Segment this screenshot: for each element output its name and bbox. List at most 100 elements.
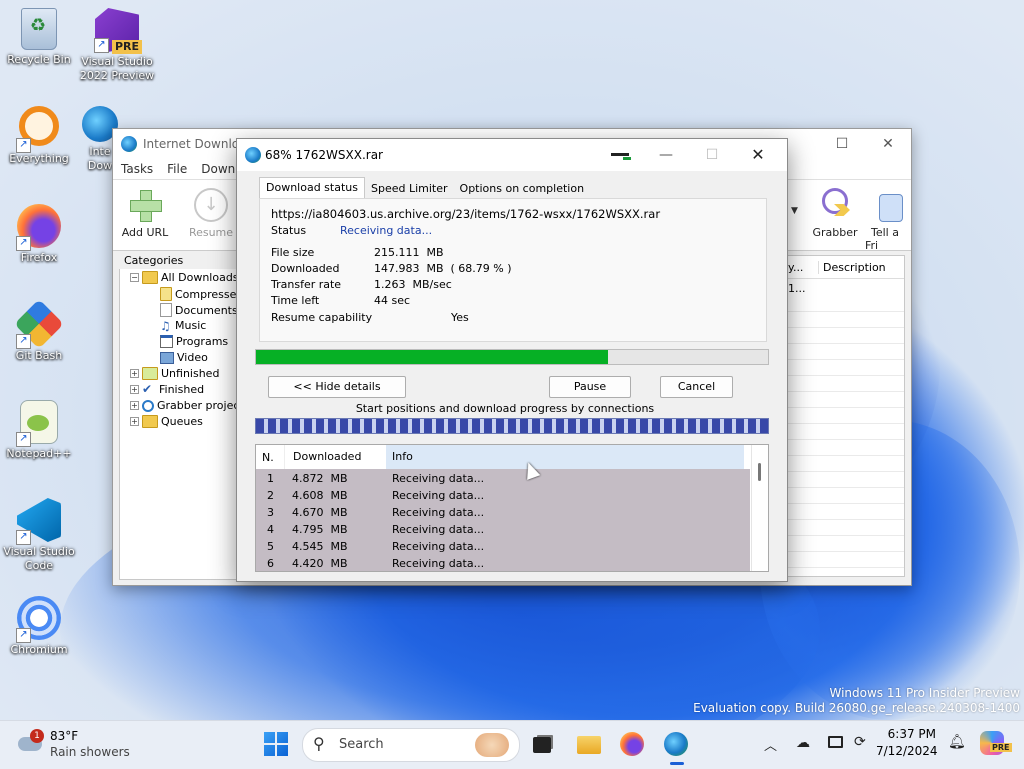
shortcut-arrow-icon: ↗ xyxy=(16,628,31,643)
list-row[interactable]: 1... xyxy=(788,282,806,295)
tab-download-status[interactable]: Download status xyxy=(259,177,365,200)
tree-item-music[interactable]: ♫ Music xyxy=(160,319,206,332)
film-icon xyxy=(160,351,174,364)
restore-icon[interactable]: ☐ xyxy=(819,129,865,159)
close-icon[interactable]: ✕ xyxy=(865,129,911,159)
connections-table-body: 1 4.872 MB Receiving data... 2 4.608 MB Recei… xyxy=(256,469,750,571)
connections-scrollbar[interactable] xyxy=(751,445,768,571)
connection-n: 6 xyxy=(267,557,274,570)
status-label: Status xyxy=(271,224,307,237)
desktop-icon-git-bash[interactable]: ↗ Git Bash xyxy=(0,299,78,363)
tree-item-all-downloads[interactable]: − All Downloads xyxy=(130,271,239,284)
file-size-value: 215.111 MB xyxy=(374,246,444,259)
pre-badge: PRE xyxy=(112,40,143,54)
expand-icon[interactable]: + xyxy=(130,417,139,426)
start-button[interactable] xyxy=(264,732,290,758)
taskbar-search-box[interactable]: ⚲ Search xyxy=(302,728,520,762)
document-icon xyxy=(160,303,172,317)
desktop-icon-chromium[interactable]: ↗ Chromium xyxy=(0,596,78,657)
expand-icon[interactable]: + xyxy=(130,385,139,394)
desktop-icon-everything[interactable]: ↗ Everything xyxy=(0,106,78,166)
connection-downloaded: 4.545 MB xyxy=(292,540,348,553)
firefox-taskbar-button[interactable] xyxy=(620,732,646,758)
desktop-icon-firefox[interactable]: ↗ Firefox xyxy=(0,204,78,265)
desktop-icon-vscode[interactable]: ↗ Visual Studio Code xyxy=(0,498,78,573)
task-view-button[interactable] xyxy=(530,732,556,758)
menu-file[interactable]: File xyxy=(167,162,187,176)
connection-row[interactable]: 1 4.872 MB Receiving data... xyxy=(256,470,750,487)
desktop-icon-visual-studio-preview[interactable]: PRE ↗ Visual Studio 2022 Preview xyxy=(78,8,156,83)
network-off-icon[interactable]: ☁ xyxy=(796,735,810,751)
tree-item-grabber-projects[interactable]: + Grabber projec xyxy=(130,399,239,412)
tree-item-programs[interactable]: Programs xyxy=(160,335,228,348)
cancel-button[interactable]: Cancel xyxy=(660,376,733,398)
tree-item-video[interactable]: Video xyxy=(160,351,208,364)
downloads-list: y... Description 1... xyxy=(785,255,905,577)
column-downloaded[interactable]: Downloaded xyxy=(284,445,385,469)
download-progress-bar xyxy=(255,349,769,365)
idm-taskbar-button[interactable] xyxy=(664,732,690,765)
scrollbar-thumb[interactable] xyxy=(758,463,761,481)
shortcut-arrow-icon: ↗ xyxy=(94,38,109,53)
tree-item-compressed[interactable]: Compresse xyxy=(160,287,236,301)
notification-bell-icon[interactable]: 🔔︎ xyxy=(948,734,966,750)
show-hidden-icons-button[interactable]: ︿ xyxy=(764,735,777,754)
tell-a-friend-button[interactable]: Tell a Fri xyxy=(865,188,911,252)
expand-icon[interactable]: + xyxy=(130,401,139,410)
weather-widget[interactable]: 1 83°F Rain showers xyxy=(14,727,134,763)
hide-details-button[interactable]: << Hide details xyxy=(268,376,406,398)
pause-button[interactable]: Pause xyxy=(549,376,631,398)
minimize-icon[interactable]: — xyxy=(643,140,689,170)
tab-speed-limiter[interactable]: Speed Limiter xyxy=(365,179,454,199)
connection-row[interactable]: 3 4.670 MB Receiving data... xyxy=(256,504,750,521)
minimize-to-tray-icon[interactable] xyxy=(611,153,629,156)
add-url-button[interactable]: Add URL xyxy=(117,188,173,239)
clock[interactable]: 6:37 PM 7/12/2024 xyxy=(876,727,938,758)
settings-sync-icon[interactable]: ⟳ xyxy=(854,734,866,750)
connection-info: Receiving data... xyxy=(392,540,485,553)
connection-row[interactable]: 4 4.795 MB Receiving data... xyxy=(256,521,750,538)
music-note-icon: ♫ xyxy=(160,318,171,333)
tab-options-on-completion[interactable]: Options on completion xyxy=(454,179,591,199)
download-url: https://ia804603.us.archive.org/23/items… xyxy=(271,207,661,221)
resume-button[interactable]: ↓ Resume xyxy=(183,188,239,239)
connection-row[interactable]: 2 4.608 MB Receiving data... xyxy=(256,487,750,504)
close-icon[interactable]: ✕ xyxy=(735,140,781,170)
windows-watermark-line1: Windows 11 Pro Insider Preview xyxy=(829,686,1020,700)
connection-downloaded: 4.795 MB xyxy=(292,523,348,536)
tree-item-unfinished[interactable]: + Unfinished xyxy=(130,367,219,380)
tree-item-finished[interactable]: + ✔ Finished xyxy=(130,383,204,396)
tree-item-queues[interactable]: + Queues xyxy=(130,415,203,428)
grabber-button[interactable]: Grabber xyxy=(807,188,863,239)
copilot-button[interactable]: PRE xyxy=(980,731,1012,757)
download-progress-dialog: 68% 1762WSXX.rar — ☐ ✕ Download status S… xyxy=(236,138,788,582)
connection-row[interactable]: 5 4.545 MB Receiving data... xyxy=(256,538,750,555)
connection-row[interactable]: 6 4.420 MB Receiving data... xyxy=(256,555,750,571)
toolbar-dropdown-icon[interactable]: ▼ xyxy=(791,206,798,216)
categories-tree: − All Downloads Compresse Documents ♫ Mu… xyxy=(119,269,243,580)
task-view-icon xyxy=(533,737,551,753)
idm-icon xyxy=(664,732,688,756)
list-column-description[interactable]: Description xyxy=(818,261,886,274)
downloaded-value: 147.983 MB ( 68.79 % ) xyxy=(374,262,512,275)
connection-n: 2 xyxy=(267,489,274,502)
dialog-titlebar[interactable]: 68% 1762WSXX.rar — ☐ ✕ xyxy=(237,139,787,171)
menu-tasks[interactable]: Tasks xyxy=(121,162,153,176)
desktop-icon-recycle-bin[interactable]: ♻ Recycle Bin xyxy=(0,8,78,67)
time-left-label: Time left xyxy=(271,294,320,307)
desktop-icon-notepad-plus-plus[interactable]: ↗ Notepad++ xyxy=(0,400,78,461)
search-highlight-icon xyxy=(475,733,509,757)
collapse-icon[interactable]: − xyxy=(130,273,139,282)
active-app-indicator xyxy=(670,762,684,765)
expand-icon[interactable]: + xyxy=(130,369,139,378)
checkmark-folder-icon: ✔ xyxy=(142,382,153,396)
transfer-rate-label: Transfer rate xyxy=(271,278,342,291)
column-info[interactable]: Info xyxy=(386,445,744,469)
column-n[interactable]: N. xyxy=(262,451,274,464)
list-column-size[interactable]: y... xyxy=(788,261,803,274)
connection-info: Receiving data... xyxy=(392,506,485,519)
tree-item-documents[interactable]: Documents xyxy=(160,303,238,317)
file-explorer-button[interactable] xyxy=(576,732,602,758)
queue-folder-icon xyxy=(142,415,158,428)
display-icon[interactable] xyxy=(828,736,843,748)
